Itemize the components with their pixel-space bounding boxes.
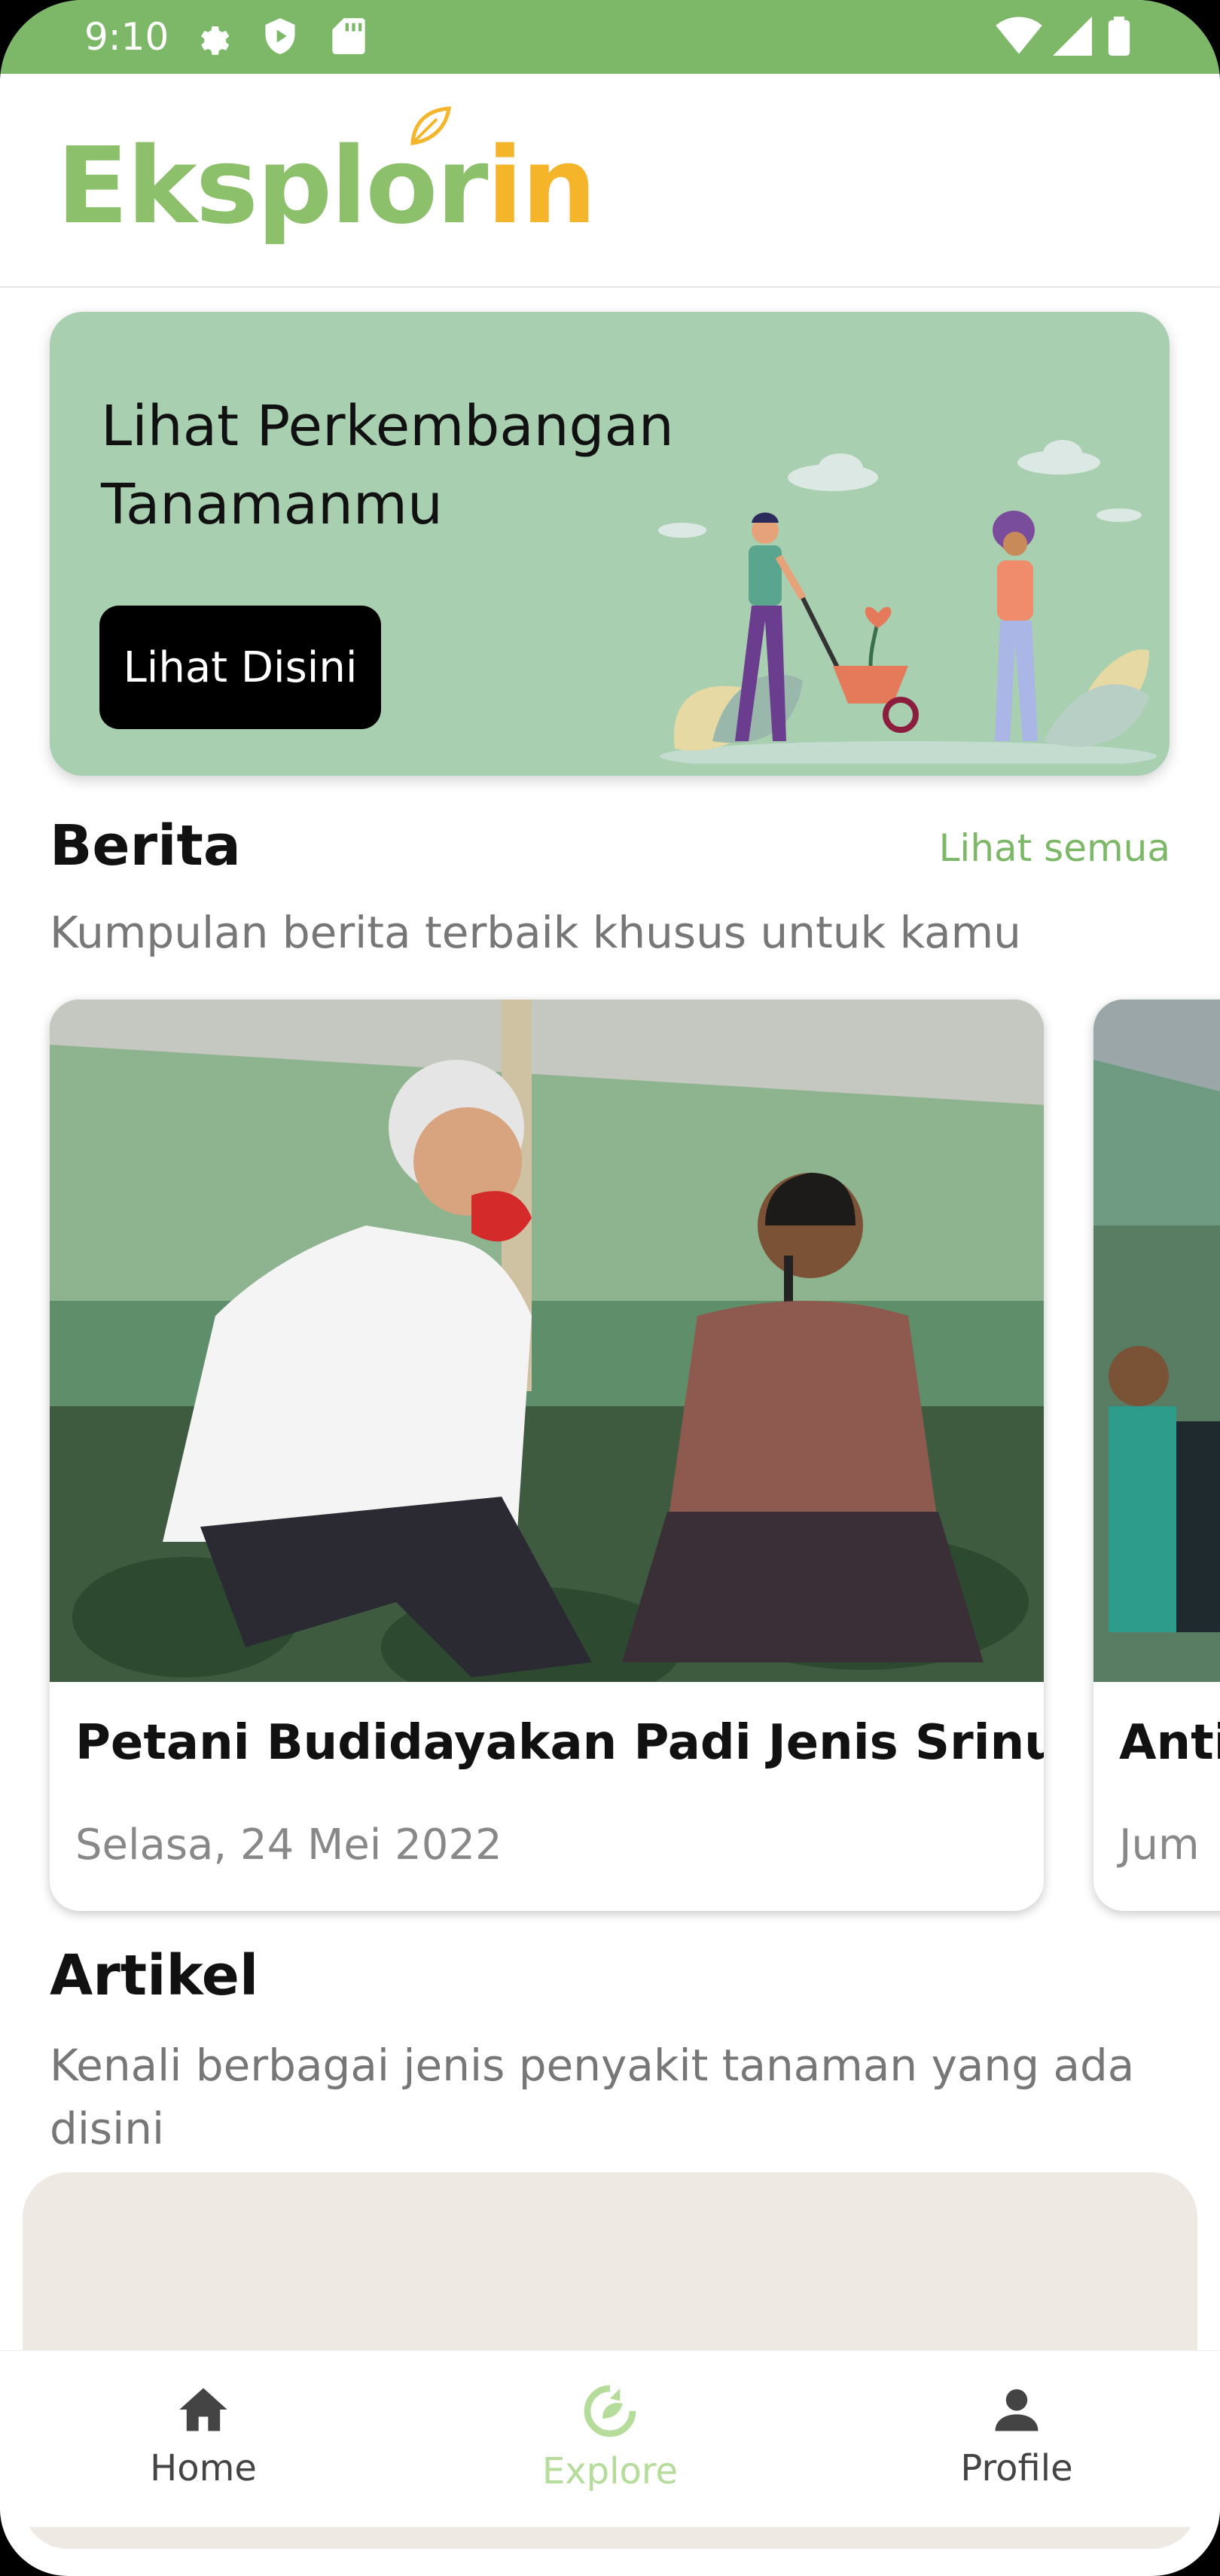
nav-explore[interactable]: Explore xyxy=(497,2381,723,2492)
view-here-button[interactable]: Lihat Disini xyxy=(99,606,381,729)
growth-banner[interactable]: Lihat Perkembangan Tanamanmu Lihat Disin… xyxy=(50,312,1170,776)
gesture-bar[interactable] xyxy=(497,2549,723,2556)
news-section-title: Berita xyxy=(50,813,241,878)
article-section-subtitle: Kenali berbagai jenis penyakit tanaman y… xyxy=(50,2040,1135,2154)
news-photo xyxy=(50,1000,1044,1682)
news-section-subtitle: Kumpulan berita terbaik khusus untuk kam… xyxy=(50,907,1021,958)
app-logo: Eksplorin xyxy=(56,125,596,248)
news-date: Jum xyxy=(1119,1821,1200,1869)
sd-card-icon xyxy=(332,18,365,54)
nav-explore-label: Explore xyxy=(541,2450,679,2492)
news-date: Selasa, 24 Mei 2022 xyxy=(75,1821,502,1869)
see-all-news-link[interactable]: Lihat semua xyxy=(939,826,1170,870)
signal-icon xyxy=(1053,17,1092,56)
news-card[interactable]: Petani Budidayakan Padi Jenis Srinuk, Se… xyxy=(50,1000,1044,1911)
news-card[interactable]: Antis Jum xyxy=(1093,1000,1220,1911)
explore-icon xyxy=(584,2385,636,2437)
nav-home[interactable]: Home xyxy=(90,2381,316,2489)
nav-home-label: Home xyxy=(150,2447,257,2489)
banner-title: Lihat Perkembangan Tanamanmu xyxy=(101,394,674,537)
profile-icon xyxy=(995,2389,1039,2431)
news-title: Antis xyxy=(1119,1715,1220,1771)
news-title: Petani Budidayakan Padi Jenis Srinuk, xyxy=(75,1715,1044,1771)
wifi-icon xyxy=(996,17,1042,54)
bottom-navigation: Home Explore Profile xyxy=(0,2350,1220,2527)
app-header: Eksplorin xyxy=(0,74,1220,288)
status-bar: 9:10 xyxy=(0,0,1220,74)
settings-icon xyxy=(201,26,230,55)
battery-icon xyxy=(1108,17,1130,56)
nav-profile-label: Profile xyxy=(960,2447,1073,2489)
leaf-icon xyxy=(410,106,451,145)
status-time: 9:10 xyxy=(84,15,169,59)
play-protect-icon xyxy=(265,18,295,54)
article-section-title: Artikel xyxy=(50,1943,259,2008)
app-screen: 9:10 Eksplorin Lihat Perkembangan Tanama… xyxy=(0,0,1220,2576)
nav-profile[interactable]: Profile xyxy=(904,2381,1130,2489)
home-icon xyxy=(179,2388,227,2431)
news-photo xyxy=(1093,1000,1220,1682)
gardening-illustration xyxy=(658,440,1157,764)
